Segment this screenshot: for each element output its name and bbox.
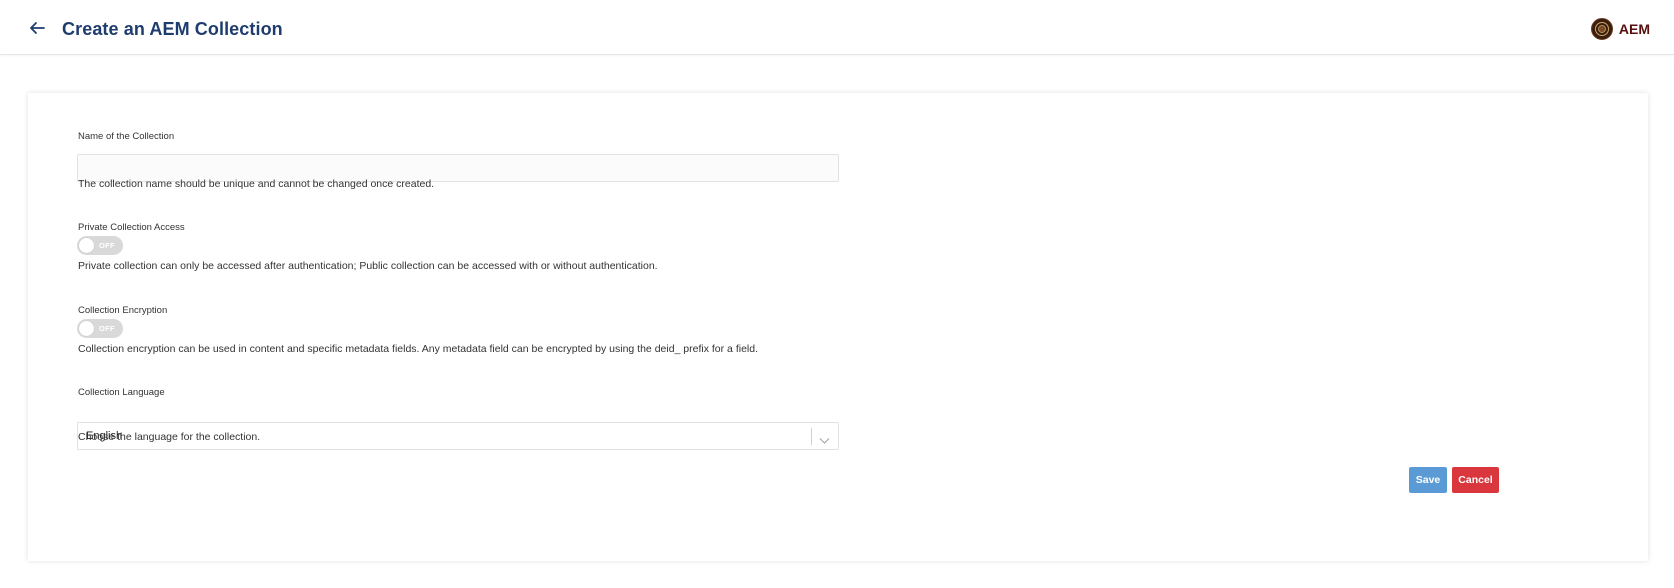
page-title: Create an AEM Collection [62, 19, 283, 39]
page-header: Create an AEM Collection AEM [0, 0, 1674, 55]
language-label: Collection Language [78, 387, 165, 398]
arrow-left-icon [30, 22, 45, 34]
encryption-help: Collection encryption can be used in con… [78, 343, 758, 355]
language-help: Choose the language for the collection. [78, 431, 261, 443]
toggle-knob [79, 238, 94, 253]
collection-form-card: Name of the Collection The collection na… [28, 93, 1648, 561]
select-separator [811, 428, 812, 445]
toggle-knob [79, 321, 94, 336]
save-button[interactable]: Save [1409, 467, 1447, 493]
back-button[interactable] [28, 20, 46, 36]
brand-logo [1590, 18, 1613, 40]
chevron-down-icon[interactable] [819, 432, 830, 444]
collection-name-label: Name of the Collection [78, 131, 175, 142]
brand: AEM [1590, 18, 1650, 40]
toggle-state: OFF [99, 241, 115, 250]
encryption-toggle[interactable]: OFF [77, 319, 123, 338]
private-access-help: Private collection can only be accessed … [78, 260, 658, 272]
collection-name-help: The collection name should be unique and… [78, 178, 435, 190]
toggle-state: OFF [99, 324, 115, 333]
encryption-label: Collection Encryption [78, 305, 168, 316]
private-access-label: Private Collection Access [78, 222, 185, 233]
cancel-button[interactable]: Cancel [1452, 467, 1499, 493]
private-access-toggle[interactable]: OFF [77, 236, 123, 255]
brand-name: AEM [1618, 21, 1650, 37]
